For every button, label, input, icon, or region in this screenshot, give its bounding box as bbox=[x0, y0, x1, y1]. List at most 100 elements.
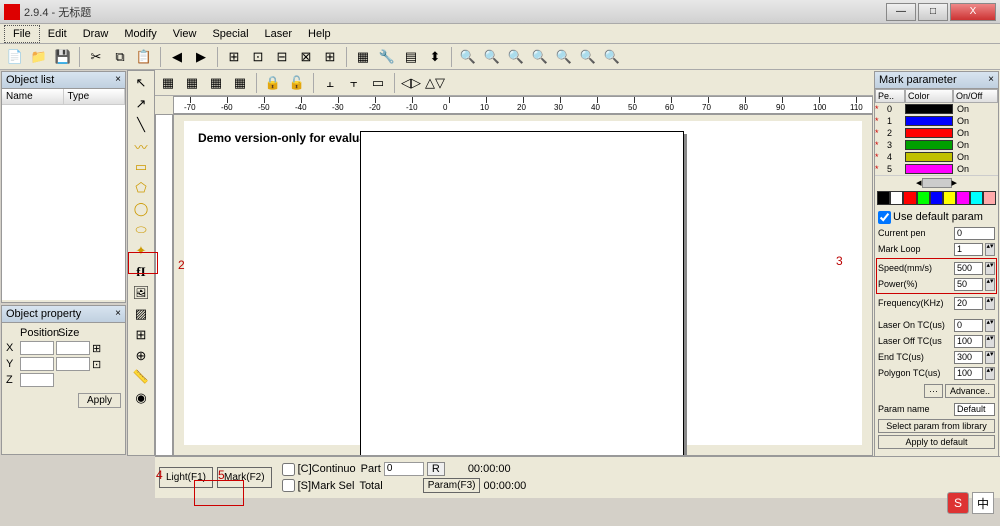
end-tc-input[interactable]: 300 bbox=[954, 351, 983, 364]
object-list-close-icon[interactable]: × bbox=[115, 74, 121, 86]
close-button[interactable]: X bbox=[950, 3, 996, 21]
align2-icon[interactable]: ⫟ bbox=[343, 72, 365, 94]
col-name[interactable]: Name bbox=[2, 89, 64, 104]
target-tool-icon[interactable]: ⊕ bbox=[130, 346, 152, 366]
zoom-icon[interactable]: 🔍 bbox=[457, 46, 479, 68]
menu-view[interactable]: View bbox=[165, 26, 205, 42]
node-tool-icon[interactable]: ↗ bbox=[130, 94, 152, 114]
menu-draw[interactable]: Draw bbox=[75, 26, 117, 42]
mirror-h-icon[interactable]: ◁▷ bbox=[400, 72, 422, 94]
size-y[interactable] bbox=[56, 357, 90, 371]
zoom-out-icon[interactable]: 🔍 bbox=[505, 46, 527, 68]
grid3-icon[interactable]: ▦ bbox=[205, 72, 227, 94]
mark-button[interactable]: Mark(F2) bbox=[217, 467, 272, 488]
star-tool-icon[interactable]: ✦ bbox=[130, 241, 152, 261]
ime-lang-icon[interactable]: 中 bbox=[972, 492, 994, 514]
zoom-in-icon[interactable]: 🔍 bbox=[481, 46, 503, 68]
grid4-icon[interactable]: ▦ bbox=[229, 72, 251, 94]
snap4-icon[interactable]: ⊠ bbox=[295, 46, 317, 68]
wrench-icon[interactable]: 🔧 bbox=[376, 46, 398, 68]
pos-z[interactable] bbox=[20, 373, 54, 387]
menu-edit[interactable]: Edit bbox=[40, 26, 75, 42]
pen-row[interactable]: *3On bbox=[875, 139, 998, 151]
rect-tool-icon[interactable]: ▭ bbox=[130, 157, 152, 177]
pen-row[interactable]: *2On bbox=[875, 127, 998, 139]
back-icon[interactable]: ◀ bbox=[166, 46, 188, 68]
pen-row[interactable]: *4On bbox=[875, 151, 998, 163]
size-x[interactable] bbox=[56, 341, 90, 355]
param-button[interactable]: Param(F3) bbox=[423, 478, 481, 493]
copy-icon[interactable]: ⧉ bbox=[109, 46, 131, 68]
align3-icon[interactable]: ▭ bbox=[367, 72, 389, 94]
power-input[interactable]: 50 bbox=[954, 278, 983, 291]
spin-icon[interactable]: ▴▾ bbox=[985, 243, 995, 256]
marksel-checkbox[interactable] bbox=[282, 479, 295, 492]
part-input[interactable]: 0 bbox=[384, 462, 424, 476]
pos-y[interactable] bbox=[20, 357, 54, 371]
light-button[interactable]: Light(F1) bbox=[159, 467, 213, 488]
snap2-icon[interactable]: ⊡ bbox=[247, 46, 269, 68]
barcode-tool-icon[interactable]: ⊞ bbox=[130, 325, 152, 345]
open-icon[interactable]: 📁 bbox=[28, 46, 50, 68]
mark-parameter-close-icon[interactable]: × bbox=[988, 74, 994, 86]
advance-button[interactable]: Advance.. bbox=[945, 384, 995, 398]
encoder-tool-icon[interactable]: ◉ bbox=[130, 388, 152, 408]
line-tool-icon[interactable]: ╲ bbox=[130, 115, 152, 135]
menu-help[interactable]: Help bbox=[300, 26, 339, 42]
table-icon[interactable]: ▤ bbox=[400, 46, 422, 68]
align1-icon[interactable]: ⫠ bbox=[319, 72, 341, 94]
image-tool-icon[interactable]: 🖼 bbox=[130, 283, 152, 303]
zoom-sel-icon[interactable]: 🔍 bbox=[553, 46, 575, 68]
text-tool-icon[interactable]: fI bbox=[130, 262, 152, 282]
select-tool-icon[interactable]: ↖ bbox=[130, 73, 152, 93]
hatch-tool-icon[interactable]: ▨ bbox=[130, 304, 152, 324]
snap5-icon[interactable]: ⊞ bbox=[319, 46, 341, 68]
select-library-button[interactable]: Select param from library bbox=[878, 419, 995, 433]
polygon-tool-icon[interactable]: ⬠ bbox=[130, 178, 152, 198]
menu-laser[interactable]: Laser bbox=[257, 26, 301, 42]
apply-default-button[interactable]: Apply to default bbox=[878, 435, 995, 449]
ellipse-tool-icon[interactable]: ⬭ bbox=[130, 220, 152, 240]
current-pen-input[interactable]: 0 bbox=[954, 227, 995, 240]
pen-row[interactable]: *1On bbox=[875, 115, 998, 127]
forward-icon[interactable]: ▶ bbox=[190, 46, 212, 68]
poly-tc-input[interactable]: 100 bbox=[954, 367, 983, 380]
mirror-v-icon[interactable]: △▽ bbox=[424, 72, 446, 94]
save-icon[interactable]: 💾 bbox=[52, 46, 74, 68]
mark-loop-input[interactable]: 1 bbox=[954, 243, 983, 256]
color-palette[interactable] bbox=[877, 191, 996, 205]
snap3-icon[interactable]: ⊟ bbox=[271, 46, 293, 68]
sort-icon[interactable]: ⬍ bbox=[424, 46, 446, 68]
curve-tool-icon[interactable]: 〰 bbox=[130, 136, 152, 156]
col-type[interactable]: Type bbox=[64, 89, 126, 104]
pos-x[interactable] bbox=[20, 341, 54, 355]
laser-off-input[interactable]: 100 bbox=[954, 335, 983, 348]
canvas[interactable]: Demo version-only for evaluation bbox=[173, 114, 873, 456]
object-property-close-icon[interactable]: × bbox=[115, 308, 121, 320]
circle-tool-icon[interactable]: ◯ bbox=[130, 199, 152, 219]
lock-icon[interactable]: 🔒 bbox=[262, 72, 284, 94]
minimize-button[interactable]: — bbox=[886, 3, 916, 21]
speed-input[interactable]: 500 bbox=[954, 262, 983, 275]
r-button[interactable]: R bbox=[427, 462, 445, 476]
laser-on-input[interactable]: 0 bbox=[954, 319, 983, 332]
pen-row[interactable]: *0On bbox=[875, 103, 998, 115]
zoom-win-icon[interactable]: 🔍 bbox=[577, 46, 599, 68]
lock-icon[interactable]: ⊡ bbox=[92, 358, 101, 371]
maximize-button[interactable]: □ bbox=[918, 3, 948, 21]
apply-button[interactable]: Apply bbox=[78, 393, 121, 408]
zoom-all-icon[interactable]: 🔍 bbox=[601, 46, 623, 68]
pen-scrollbar[interactable]: ◂▸ bbox=[875, 175, 998, 189]
menu-special[interactable]: Special bbox=[204, 26, 256, 42]
cut-icon[interactable]: ✂ bbox=[85, 46, 107, 68]
paste-icon[interactable]: 📋 bbox=[133, 46, 155, 68]
freq-input[interactable]: 20 bbox=[954, 297, 983, 310]
unlock-icon[interactable]: 🔓 bbox=[286, 72, 308, 94]
pen-table[interactable]: Pe.. Color On/Off *0On*1On*2On*3On*4On*5… bbox=[875, 89, 998, 175]
ime-indicator[interactable]: S中 bbox=[947, 492, 994, 514]
zoom-fit-icon[interactable]: 🔍 bbox=[529, 46, 551, 68]
ime-s-icon[interactable]: S bbox=[947, 492, 969, 514]
menu-file[interactable]: File bbox=[4, 25, 40, 43]
use-default-checkbox[interactable] bbox=[878, 211, 891, 224]
units-icon[interactable]: ⊞ bbox=[92, 342, 101, 355]
